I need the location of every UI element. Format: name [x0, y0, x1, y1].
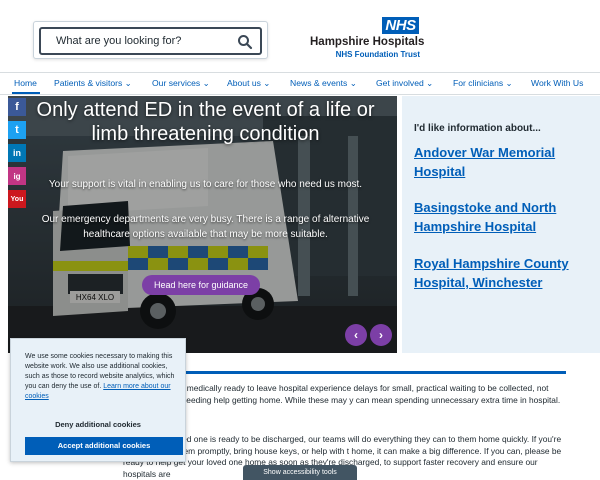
nav-active-indicator [12, 92, 40, 94]
search-icon[interactable] [237, 34, 253, 50]
search-placeholder: What are you looking for? [56, 35, 182, 47]
carousel-prev-button[interactable]: ‹ [345, 324, 367, 346]
nav-item-work-with-us[interactable]: Work With Us [531, 78, 583, 88]
accept-cookies-button[interactable]: Accept additional cookies [25, 437, 183, 455]
org-name[interactable]: Hampshire Hospitals [310, 36, 424, 48]
link-basingstoke-hospital[interactable]: Basingstoke and North Hampshire Hospital [414, 198, 594, 236]
nav-item-our-services[interactable]: Our services ⌄ [152, 78, 210, 89]
facebook-icon[interactable]: f [8, 98, 26, 116]
chevron-right-icon: › [379, 328, 383, 342]
deny-cookies-button[interactable]: Deny additional cookies [25, 420, 171, 429]
org-subtitle: NHS Foundation Trust [335, 50, 420, 59]
nav-item-get-involved[interactable]: Get involved ⌄ [376, 78, 433, 89]
chevron-left-icon: ‹ [354, 328, 358, 342]
info-panel: I'd like information about... Andover Wa… [402, 96, 600, 353]
cookie-text: We use some cookies necessary to making … [25, 352, 181, 402]
carousel-next-button[interactable]: › [370, 324, 392, 346]
youtube-icon[interactable]: You [8, 190, 26, 208]
link-royal-hampshire-hospital[interactable]: Royal Hampshire County Hospital, Winches… [414, 254, 594, 292]
search-box: What are you looking for? [33, 21, 268, 59]
nav-item-home[interactable]: Home [14, 78, 37, 88]
nav-item-about-us[interactable]: About us ⌄ [227, 78, 271, 89]
twitter-icon[interactable]: t [8, 121, 26, 139]
linkedin-icon[interactable]: in [8, 144, 26, 162]
info-panel-heading: I'd like information about... [414, 123, 541, 134]
nav-item-patients-visitors[interactable]: Patients & visitors ⌄ [54, 78, 132, 89]
nav-item-for-clinicians[interactable]: For clinicians ⌄ [453, 78, 513, 89]
guidance-button[interactable]: Head here for guidance [142, 275, 260, 295]
hero-text-support: Your support is vital in enabling us to … [48, 179, 363, 190]
instagram-icon[interactable]: ig [8, 167, 26, 185]
nav-item-news-events[interactable]: News & events ⌄ [290, 78, 357, 89]
main-nav: Home Patients & visitors ⌄ Our services … [0, 72, 600, 95]
hero-text-emergency: Our emergency departments are very busy.… [41, 214, 370, 240]
search-input[interactable]: What are you looking for? [39, 27, 262, 55]
accessibility-tools-button[interactable]: Show accessibility tools [243, 465, 357, 480]
nhs-logo[interactable]: NHS [382, 17, 419, 34]
cookie-banner: We use some cookies necessary to making … [10, 338, 186, 462]
discharge-paragraph-1: patients who are medically ready to leav… [123, 383, 561, 405]
link-andover-hospital[interactable]: Andover War Memorial Hospital [414, 143, 594, 181]
hero-title: Only attend ED in the event of a life or… [36, 99, 375, 145]
hero-banner: HX64 XLO Only attend ED in the event of … [8, 96, 397, 353]
